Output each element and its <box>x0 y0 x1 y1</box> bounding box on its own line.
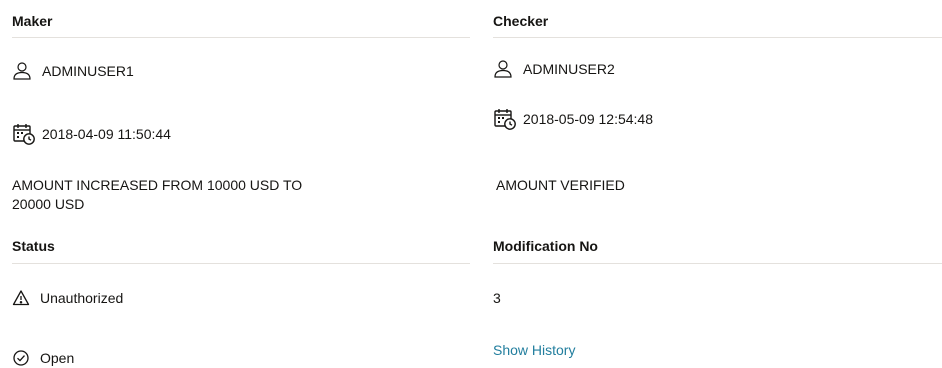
checker-timestamp: 2018-05-09 12:54:48 <box>493 107 653 131</box>
user-icon <box>493 59 513 79</box>
maker-remarks-line-2: 20000 USD <box>12 196 85 212</box>
maker-remarks: AMOUNT INCREASED FROM 10000 USD TO 20000… <box>12 176 302 214</box>
maker-user-name: ADMINUSER1 <box>42 63 134 79</box>
checker-user: ADMINUSER2 <box>493 59 615 79</box>
record-status: Open <box>12 349 74 367</box>
checker-remarks: AMOUNT VERIFIED <box>496 177 625 193</box>
warning-triangle-icon <box>12 289 30 307</box>
maker-heading: Maker <box>12 13 53 29</box>
checker-user-name: ADMINUSER2 <box>523 61 615 77</box>
checker-timestamp-value: 2018-05-09 12:54:48 <box>523 111 653 127</box>
maker-user: ADMINUSER1 <box>12 61 134 81</box>
calendar-clock-icon <box>493 107 517 131</box>
maker-divider <box>12 37 470 38</box>
maker-timestamp-value: 2018-04-09 11:50:44 <box>42 126 171 142</box>
checker-divider <box>493 37 942 38</box>
user-icon <box>12 61 32 81</box>
auth-status: Unauthorized <box>12 289 123 307</box>
check-circle-icon <box>12 349 30 367</box>
modification-divider <box>493 263 942 264</box>
modification-heading: Modification No <box>493 238 598 254</box>
auth-status-value: Unauthorized <box>40 290 124 306</box>
checker-heading: Checker <box>493 13 549 29</box>
status-divider <box>12 263 470 264</box>
status-heading: Status <box>12 238 55 254</box>
calendar-clock-icon <box>12 122 36 146</box>
modification-number: 3 <box>493 290 501 306</box>
record-status-value: Open <box>40 350 75 366</box>
maker-timestamp: 2018-04-09 11:50:44 <box>12 122 171 146</box>
maker-remarks-line-1: AMOUNT INCREASED FROM 10000 USD TO <box>12 177 303 193</box>
show-history-link[interactable]: Show History <box>493 342 575 358</box>
